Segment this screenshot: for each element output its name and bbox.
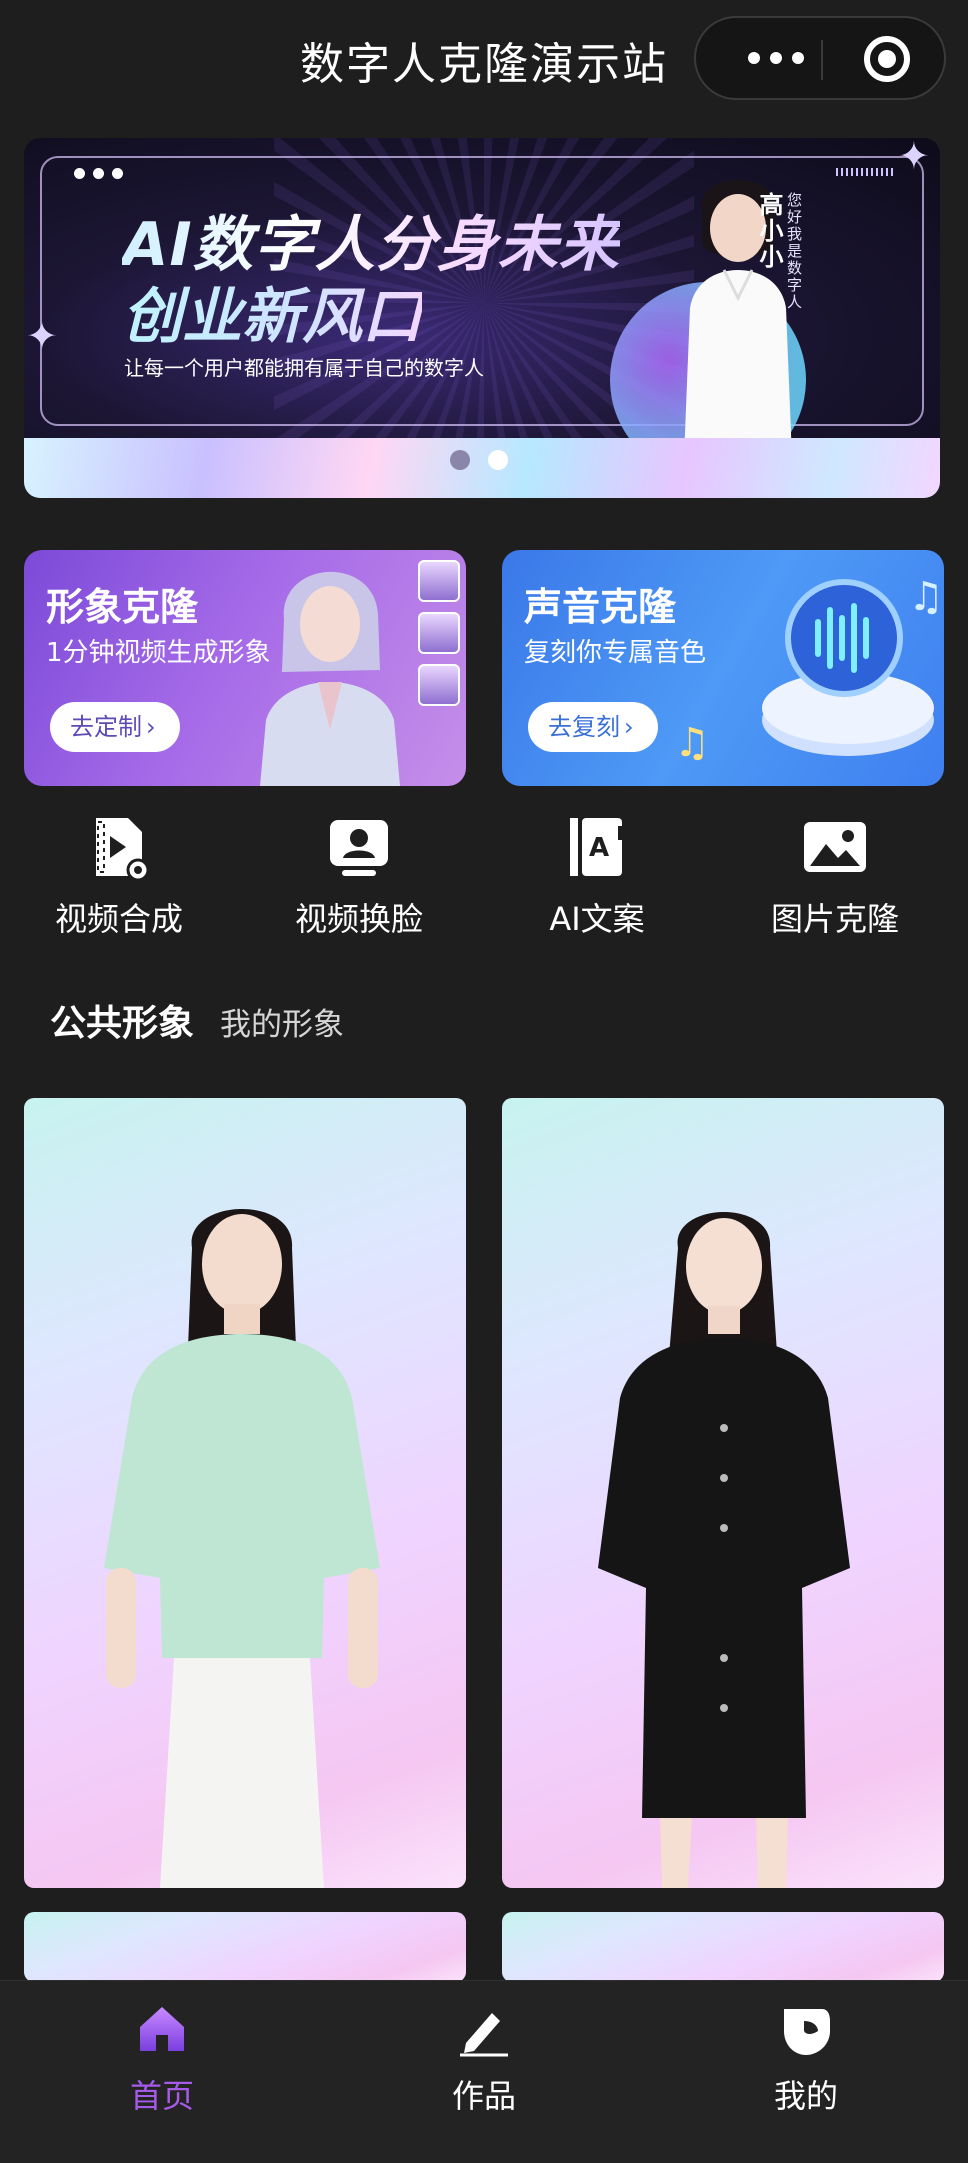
face-swap-icon [330, 820, 388, 876]
tab-public-avatars[interactable]: 公共形象 [50, 994, 194, 1046]
quick-action-label: 视频合成 [54, 900, 183, 938]
avatar-card[interactable] [24, 1098, 466, 1888]
tab-my-avatars[interactable]: 我的形象 [220, 999, 344, 1044]
avatar-tabs: 公共形象 我的形象 [50, 994, 344, 1046]
tab-profile[interactable]: 我的 [706, 2001, 906, 2117]
image-clone-card[interactable]: 形象克隆 1分钟视频生成形象 去定制 › [24, 550, 466, 786]
mini-program-capsule [694, 16, 946, 100]
tab-label: 作品 [451, 2077, 516, 2115]
chevron-right-icon: › [624, 713, 634, 741]
video-edit-icon [96, 818, 150, 882]
button-label: 去复刻 [548, 713, 620, 741]
svg-text:A: A [589, 833, 609, 863]
quick-action-label: 视频换脸 [294, 900, 423, 938]
tab-label: 首页 [129, 2077, 194, 2115]
image-clone-icon [804, 822, 866, 872]
sparkle-icon: ✦ [26, 314, 58, 358]
quick-action-video-compose[interactable]: 视频合成 [14, 812, 224, 952]
target-circle-icon[interactable] [864, 36, 910, 82]
button-label: 去定制 [70, 713, 142, 741]
sparkle-icon: ✦ [898, 138, 930, 178]
card-title: 形象克隆 [46, 585, 199, 629]
quick-action-label: 图片克隆 [770, 900, 899, 938]
banner-headline-secondary: 创业新风口 [122, 268, 422, 355]
voice-disc-illustration: ♫ [762, 574, 938, 756]
more-dots-icon[interactable] [726, 18, 826, 98]
avatar-card[interactable] [502, 1098, 944, 1888]
avatar-figure-black-dress [598, 1211, 850, 1888]
top-navigation-bar: 数字人克隆演示站 [0, 0, 968, 120]
ai-copywriting-icon: A [570, 818, 624, 876]
card-title: 声音克隆 [524, 585, 677, 629]
tab-works[interactable]: 作品 [384, 2001, 584, 2117]
pagination-dot-active[interactable] [488, 450, 508, 470]
capsule-divider [821, 40, 823, 80]
profile-icon [784, 2009, 830, 2055]
voice-clone-card[interactable]: ♫ 声音克隆 复刻你专属音色 去复刻 › ♫ [502, 550, 944, 786]
avatar-figure-mint-blouse [104, 1208, 380, 1888]
avatar-thumbnail [418, 612, 460, 654]
avatar-thumbnails [418, 560, 460, 706]
presenter-name: 高小小 [755, 192, 783, 270]
bottom-tab-bar: 首页 作品 我的 [0, 1980, 968, 2163]
replicate-button[interactable]: 去复刻 › [528, 702, 658, 752]
presenter-greeting: 您好我是数字人 [785, 192, 803, 311]
banner-dots-icon [74, 168, 123, 179]
pen-icon [460, 2013, 508, 2057]
avatar-card[interactable] [24, 1912, 466, 1982]
music-note-icon: ♫ [674, 720, 710, 766]
banner-subtitle: 让每一个用户都能拥有属于自己的数字人 [124, 356, 484, 380]
avatar-thumbnail [418, 560, 460, 602]
quick-action-face-swap[interactable]: 视频换脸 [254, 812, 464, 952]
promo-banner[interactable]: ✦ ✦ AI数字人分身未来 创业新风口 让每一个用户都能拥有属于自己的数字人 高… [24, 138, 940, 498]
customize-button[interactable]: 去定制 › [50, 702, 180, 752]
avatar-thumbnail [418, 664, 460, 706]
avatar-3d-illustration [260, 571, 400, 786]
avatar-card[interactable] [502, 1912, 944, 1982]
card-description: 复刻你专属音色 [524, 638, 707, 668]
card-description: 1分钟视频生成形象 [46, 638, 271, 668]
home-icon [140, 2007, 184, 2051]
pagination-dot[interactable] [450, 450, 470, 470]
tab-label: 我的 [773, 2077, 838, 2115]
banner-pagination[interactable] [450, 450, 508, 470]
quick-action-label: AI文案 [549, 900, 645, 938]
quick-action-ai-copy[interactable]: A AI文案 [492, 812, 702, 952]
quick-action-image-clone[interactable]: 图片克隆 [730, 812, 940, 952]
svg-text:♫: ♫ [908, 574, 938, 620]
presenter-figure [684, 180, 792, 458]
chevron-right-icon: › [146, 713, 156, 741]
tab-home[interactable]: 首页 [62, 2001, 262, 2117]
